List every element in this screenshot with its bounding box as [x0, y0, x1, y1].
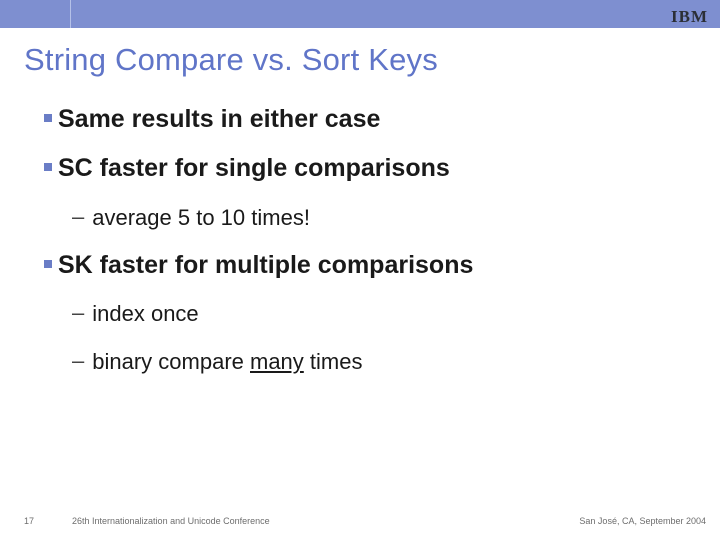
bullet-3-sub-2-text: binary compare many times — [92, 347, 362, 377]
page-number: 17 — [24, 516, 34, 526]
bullet-3-sub-2-pre: binary compare — [92, 349, 250, 374]
slide-title: String Compare vs. Sort Keys — [24, 42, 438, 78]
top-bar: IBM — [0, 0, 720, 28]
bullet-2: SC faster for single comparisons — [44, 153, 690, 184]
square-bullet-icon — [44, 163, 52, 171]
top-bar-divider — [70, 0, 71, 28]
bullet-2-sub-1: – average 5 to 10 times! — [72, 203, 690, 233]
dash-icon: – — [72, 299, 84, 328]
bullet-2-text: SC faster for single comparisons — [58, 153, 450, 184]
bullet-1-text: Same results in either case — [58, 104, 380, 135]
bullet-3: SK faster for multiple comparisons — [44, 250, 690, 281]
square-bullet-icon — [44, 114, 52, 122]
bullet-3-sub-2-post: times — [304, 349, 363, 374]
ibm-logo: IBM — [671, 7, 708, 27]
slide: IBM String Compare vs. Sort Keys Same re… — [0, 0, 720, 540]
bullet-3-text: SK faster for multiple comparisons — [58, 250, 473, 281]
footer-conference: 26th Internationalization and Unicode Co… — [72, 516, 270, 526]
bullet-1: Same results in either case — [44, 104, 690, 135]
bullet-3-sub-2-underlined: many — [250, 349, 304, 374]
footer-location: San José, CA, September 2004 — [579, 516, 706, 526]
slide-body: Same results in either case SC faster fo… — [44, 104, 690, 395]
dash-icon: – — [72, 203, 84, 232]
bullet-3-sub-2: – binary compare many times — [72, 347, 690, 377]
dash-icon: – — [72, 347, 84, 376]
bullet-3-sub-1-text: index once — [92, 299, 198, 329]
bullet-3-sub-1: – index once — [72, 299, 690, 329]
square-bullet-icon — [44, 260, 52, 268]
bullet-2-sub-1-text: average 5 to 10 times! — [92, 203, 310, 233]
